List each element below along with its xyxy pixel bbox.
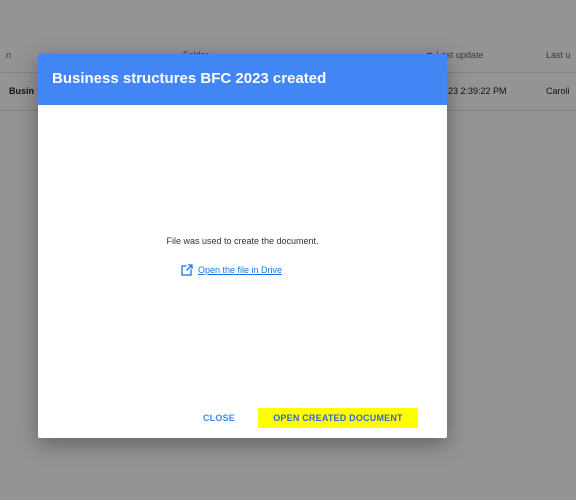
dialog-message: File was used to create the document. [166,236,319,246]
open-in-new-icon [181,264,193,276]
page: n Folder ▼ Last update Last u Busin 23 2… [0,0,576,500]
close-button[interactable]: CLOSE [196,408,242,428]
dialog-header: Business structures BFC 2023 created [38,54,447,105]
created-document-dialog: Business structures BFC 2023 created Fil… [38,54,447,438]
open-in-drive-link[interactable]: Open the file in Drive [181,263,282,277]
open-created-document-button[interactable]: OPEN CREATED DOCUMENT [258,408,418,428]
open-in-drive-label[interactable]: Open the file in Drive [198,265,282,275]
dialog-title: Business structures BFC 2023 created [52,70,327,87]
